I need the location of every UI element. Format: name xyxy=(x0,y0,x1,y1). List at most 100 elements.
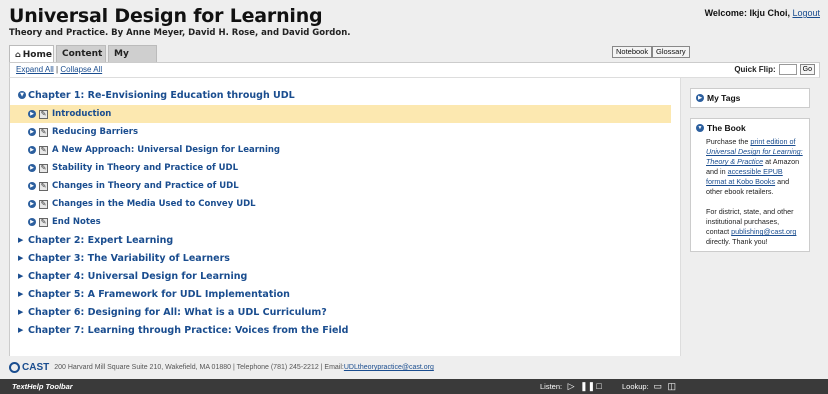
section-stability[interactable]: ▶ ✎ Stability in Theory and Practice of … xyxy=(10,159,680,177)
collapse-icon: ▼ xyxy=(696,124,704,132)
book-paragraph-2: For district, state, and other instituti… xyxy=(706,207,804,247)
quick-flip-label: Quick Flip: xyxy=(734,65,776,74)
lookup-label: Lookup: xyxy=(622,381,649,391)
cast-logo-icon xyxy=(9,362,20,373)
publishing-email-link[interactable]: publishing@cast.org xyxy=(731,227,796,236)
chapter-1[interactable]: ▼ Chapter 1: Re-Envisioning Education th… xyxy=(10,86,680,104)
listen-controls: Listen: ▷ ❚❚ □ xyxy=(540,381,604,391)
chapter-title: Chapter 1: Re-Envisioning Education thro… xyxy=(28,89,295,101)
chapter-2[interactable]: ▶ Chapter 2: Expert Learning xyxy=(10,231,680,249)
section-title: Changes in the Media Used to Convey UDL xyxy=(52,199,256,209)
play-icon: ▶ xyxy=(28,146,36,154)
section-end-notes[interactable]: ▶ ✎ End Notes xyxy=(10,213,680,231)
chapter-title: Chapter 6: Designing for All: What is a … xyxy=(28,306,327,318)
play-icon: ▶ xyxy=(28,110,36,118)
expand-icon[interactable]: ▶ xyxy=(18,236,26,244)
picture-dictionary-icon[interactable]: ◫ xyxy=(667,381,677,391)
page-title: Universal Design for Learning xyxy=(9,5,323,27)
section-checkbox[interactable]: ✎ xyxy=(39,181,48,191)
collapse-icon[interactable]: ▼ xyxy=(18,91,26,99)
tab-home-label: Home xyxy=(22,50,52,60)
listen-label: Listen: xyxy=(540,381,563,391)
section-changes-theory[interactable]: ▶ ✎ Changes in Theory and Practice of UD… xyxy=(10,177,680,195)
texthelp-toolbar: TextHelp Toolbar Listen: ▷ ❚❚ □ Lookup: … xyxy=(0,379,828,394)
tab-content-label: Content xyxy=(62,49,103,59)
play-icon: ▶ xyxy=(28,218,36,226)
page-header: Universal Design for Learning Theory and… xyxy=(0,0,828,40)
the-book-panel: ▼ The Book Purchase the print edition of… xyxy=(690,118,810,252)
footer-email-link[interactable]: UDLtheorypractice@cast.org xyxy=(344,364,434,371)
pause-icon[interactable]: ❚❚ xyxy=(580,381,595,391)
main-content: ▼ Chapter 1: Re-Envisioning Education th… xyxy=(9,78,681,356)
play-icon: ▶ xyxy=(28,164,36,172)
section-title: A New Approach: Universal Design for Lea… xyxy=(52,145,281,155)
section-changes-media[interactable]: ▶ ✎ Changes in the Media Used to Convey … xyxy=(10,195,680,213)
notebook-button[interactable]: Notebook xyxy=(612,46,653,58)
book-paragraph-1: Purchase the print edition of Universal … xyxy=(706,137,804,197)
collapse-all-link[interactable]: Collapse All xyxy=(60,65,102,74)
chapter-title: Chapter 2: Expert Learning xyxy=(28,234,174,246)
play-icon: ▶ xyxy=(28,128,36,136)
expand-icon[interactable]: ▶ xyxy=(18,254,26,262)
cast-logo: CAST xyxy=(9,362,49,373)
section-checkbox[interactable]: ✎ xyxy=(39,217,48,227)
expand-collapse-controls: Expand All | Collapse All xyxy=(16,65,102,74)
chapter-title: Chapter 4: Universal Design for Learning xyxy=(28,270,248,282)
play-icon: ▶ xyxy=(28,200,36,208)
section-title: Reducing Barriers xyxy=(52,127,139,137)
expand-icon[interactable]: ▶ xyxy=(18,308,26,316)
chapter-title: Chapter 7: Learning through Practice: Vo… xyxy=(28,324,349,336)
my-tags-heading[interactable]: ▶ My Tags xyxy=(696,93,804,103)
chapter-6[interactable]: ▶ Chapter 6: Designing for All: What is … xyxy=(10,303,680,321)
sidebar: ▶ My Tags ▼ The Book Purchase the print … xyxy=(684,78,820,356)
glossary-button[interactable]: Glossary xyxy=(652,46,690,58)
tab-bar: ⌂Home Content My Tags Notebook Glossary xyxy=(9,45,820,76)
quick-flip-input[interactable] xyxy=(778,64,797,75)
chapter-3[interactable]: ▶ Chapter 3: The Variability of Learners xyxy=(10,249,680,267)
section-checkbox[interactable]: ✎ xyxy=(39,109,48,119)
expand-icon[interactable]: ▶ xyxy=(18,290,26,298)
chapter-4[interactable]: ▶ Chapter 4: Universal Design for Learni… xyxy=(10,267,680,285)
section-title: Stability in Theory and Practice of UDL xyxy=(52,163,239,173)
dictionary-icon[interactable]: ▭ xyxy=(653,381,663,391)
expand-icon[interactable]: ▶ xyxy=(18,272,26,280)
tab-content[interactable]: Content xyxy=(56,45,106,62)
print-edition-link[interactable]: print edition of xyxy=(750,137,795,146)
footer-address: 200 Harvard Mill Square Suite 210, Wakef… xyxy=(54,364,344,371)
section-checkbox[interactable]: ✎ xyxy=(39,199,48,209)
cast-logo-text: CAST xyxy=(22,362,50,373)
section-title: Introduction xyxy=(52,109,112,119)
section-title: End Notes xyxy=(52,217,101,227)
expand-all-link[interactable]: Expand All xyxy=(16,65,54,74)
book-description: Purchase the print edition of Universal … xyxy=(696,137,804,247)
tab-my-tags[interactable]: My Tags xyxy=(108,45,157,76)
footer: CAST 200 Harvard Mill Square Suite 210, … xyxy=(9,362,434,373)
welcome-area: Welcome: Ikju Choi, Logout xyxy=(705,8,820,18)
expand-icon: ▶ xyxy=(696,94,704,102)
play-icon[interactable]: ▷ xyxy=(566,381,576,391)
welcome-text: Welcome: Ikju Choi, xyxy=(704,8,790,18)
my-tags-panel[interactable]: ▶ My Tags xyxy=(690,88,810,108)
expand-icon[interactable]: ▶ xyxy=(18,326,26,334)
section-new-approach[interactable]: ▶ ✎ A New Approach: Universal Design for… xyxy=(10,141,680,159)
the-book-heading[interactable]: ▼ The Book xyxy=(696,123,804,133)
texthelp-title: TextHelp Toolbar xyxy=(12,382,73,391)
the-book-label: The Book xyxy=(707,123,746,133)
section-checkbox[interactable]: ✎ xyxy=(39,145,48,155)
stop-icon[interactable]: □ xyxy=(594,381,604,391)
separator: | xyxy=(56,65,59,74)
chapter-7[interactable]: ▶ Chapter 7: Learning through Practice: … xyxy=(10,321,680,339)
tab-home[interactable]: ⌂ Home xyxy=(9,45,54,62)
chapter-title: Chapter 5: A Framework for UDL Implement… xyxy=(28,288,290,300)
section-title: Changes in Theory and Practice of UDL xyxy=(52,181,239,191)
logout-link[interactable]: Logout xyxy=(792,8,820,18)
chapter-5[interactable]: ▶ Chapter 5: A Framework for UDL Impleme… xyxy=(10,285,680,303)
section-introduction[interactable]: ▶ ✎ Introduction xyxy=(10,105,671,123)
lookup-controls: Lookup: ▭ ◫ xyxy=(622,381,677,391)
section-checkbox[interactable]: ✎ xyxy=(39,127,48,137)
section-reducing-barriers[interactable]: ▶ ✎ Reducing Barriers xyxy=(10,123,680,141)
text: Purchase the xyxy=(706,137,751,146)
quick-flip: Quick Flip: Go xyxy=(734,64,815,75)
section-checkbox[interactable]: ✎ xyxy=(39,163,48,173)
go-button[interactable]: Go xyxy=(799,64,815,75)
